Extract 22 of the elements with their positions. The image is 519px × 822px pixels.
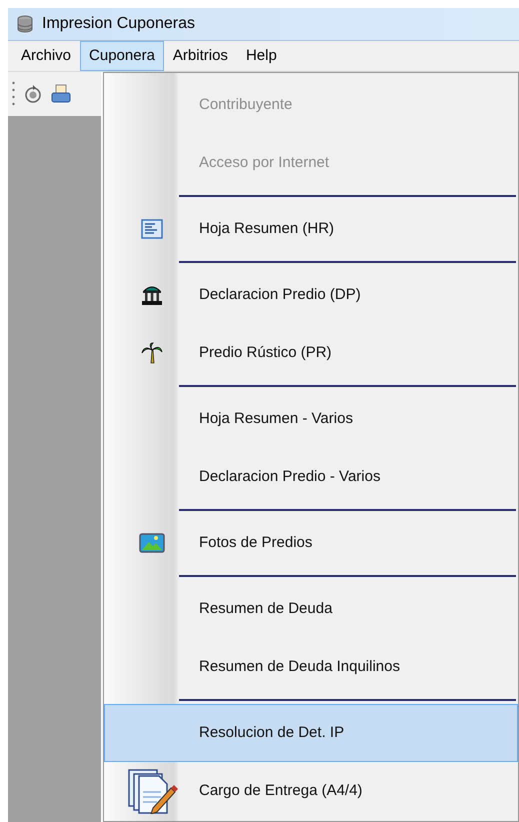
refresh-icon[interactable] [23, 84, 43, 104]
printer-icon[interactable] [51, 84, 71, 104]
menu-item[interactable]: Resolucion de Det. IP [104, 704, 518, 762]
menu-item[interactable]: Resumen de Deuda Inquilinos [104, 638, 518, 696]
menu-item[interactable]: Declaracion Predio (DP) [104, 266, 518, 324]
menu-item[interactable]: Resumen de Deuda [104, 580, 518, 638]
menu-bar-item[interactable]: Cuponera [80, 41, 164, 71]
database-icon [16, 15, 34, 33]
palm-tree-icon [140, 341, 164, 365]
menu-item[interactable]: Hoja Resumen (HR) [104, 200, 518, 258]
menu-item[interactable]: Declaracion Predio - Varios [104, 448, 518, 506]
menu-bar-item[interactable]: Arbitrios [164, 41, 237, 71]
menu-bar-item[interactable]: Help [236, 41, 286, 71]
menu-item[interactable]: Cargo de Entrega (A4/4) [104, 762, 518, 820]
menu-item[interactable]: Fotos de Predios [104, 514, 518, 572]
window-title: Impresion Cuponeras [42, 14, 195, 34]
document-icon [141, 219, 163, 239]
menu-item[interactable]: Predio Rústico (PR) [104, 324, 518, 382]
menu-item[interactable]: Hoja Resumen - Varios [104, 390, 518, 448]
toolbar-grip-icon [12, 81, 15, 107]
menu-bar-item[interactable]: Archivo [12, 41, 80, 71]
picture-icon [139, 533, 165, 553]
